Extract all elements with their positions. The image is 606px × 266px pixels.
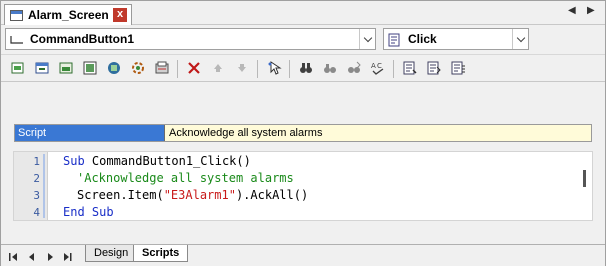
line-number: 4 (33, 206, 40, 219)
object-selector[interactable]: CommandButton1 (5, 28, 376, 50)
pick-icon[interactable] (266, 60, 282, 76)
code-line: 'Acknowledge all system alarms (77, 170, 294, 187)
event-selector[interactable]: Click (383, 28, 529, 50)
tab-scripts[interactable]: Scripts (133, 245, 189, 262)
selector-row: CommandButton1 Click (1, 26, 605, 52)
toolbar-separator (257, 60, 258, 78)
insert-data-icon[interactable] (130, 60, 146, 76)
gutter-marker-bar (43, 154, 45, 218)
code-line: Sub CommandButton1_Click() (63, 153, 251, 170)
toolbar-separator (177, 60, 178, 78)
insert-object-icon[interactable] (10, 60, 26, 76)
script-label[interactable]: Script (15, 125, 165, 141)
command-button-icon (10, 33, 24, 45)
line-number: 2 (33, 172, 40, 185)
move-up-icon[interactable] (210, 60, 226, 76)
script-description[interactable]: Acknowledge all system alarms (165, 125, 322, 141)
line-number-gutter: 1 2 3 4 (14, 152, 48, 220)
tab-title: Alarm_Screen (28, 8, 109, 22)
previous-sheet-icon[interactable] (27, 251, 37, 261)
vertical-scrollbar-thumb[interactable] (583, 170, 586, 187)
close-icon[interactable]: x (113, 8, 127, 22)
find-next-icon[interactable] (346, 60, 362, 76)
object-selector-value: CommandButton1 (30, 32, 134, 46)
replace-icon[interactable] (322, 60, 338, 76)
spell-check-icon[interactable]: AC (370, 60, 386, 76)
code-line: Screen.Item("E3Alarm1").AckAll() (77, 187, 308, 204)
last-sheet-icon[interactable] (62, 251, 72, 261)
outdent-icon[interactable] (426, 60, 442, 76)
script-toolbar: AC (1, 54, 605, 82)
script-editor-window: Alarm_Screen x ◀ ▶ CommandButton1 Click (0, 0, 606, 266)
insert-screen-icon[interactable] (34, 60, 50, 76)
code-text: Screen.Item( (77, 188, 164, 202)
comment-text: 'Acknowledge all system alarms (77, 171, 294, 185)
keyword: End (63, 205, 85, 219)
insert-picture-icon[interactable] (58, 60, 74, 76)
keyword: Sub (63, 154, 85, 168)
string-literal: "E3Alarm1" (163, 188, 236, 202)
script-description-row: Script Acknowledge all system alarms (14, 124, 592, 142)
scroll-left-icon[interactable]: ◀ (568, 5, 576, 16)
chevron-down-icon[interactable] (359, 29, 375, 49)
chevron-down-icon[interactable] (512, 29, 528, 49)
keyword: Sub (91, 205, 114, 219)
event-icon (388, 33, 402, 47)
svg-text:C: C (377, 62, 382, 70)
document-tab-strip: Alarm_Screen x ◀ ▶ (1, 1, 605, 25)
event-selector-value: Click (408, 32, 437, 46)
screen-icon (10, 9, 23, 21)
insert-frame-icon[interactable] (82, 60, 98, 76)
comment-icon[interactable] (450, 60, 466, 76)
line-number: 1 (33, 155, 40, 168)
insert-app-icon[interactable] (106, 60, 122, 76)
tab-alarm-screen[interactable]: Alarm_Screen x (4, 4, 132, 25)
line-number: 3 (33, 189, 40, 202)
sheet-tab-bar: Design Scripts (1, 244, 605, 266)
insert-server-icon[interactable] (154, 60, 170, 76)
toolbar-separator (393, 60, 394, 78)
code-text: CommandButton1_Click() (84, 154, 251, 168)
code-editor[interactable]: 1 2 3 4 Sub CommandButton1_Click() 'Ackn… (13, 151, 593, 221)
first-sheet-icon[interactable] (9, 251, 19, 261)
delete-icon[interactable] (186, 60, 202, 76)
svg-text:A: A (371, 62, 376, 70)
indent-icon[interactable] (402, 60, 418, 76)
toolbar-separator (289, 60, 290, 78)
tab-design[interactable]: Design (85, 245, 138, 262)
code-text: ).AckAll() (235, 188, 309, 202)
find-icon[interactable] (298, 60, 314, 76)
move-down-icon[interactable] (234, 60, 250, 76)
scroll-right-icon[interactable]: ▶ (587, 5, 595, 16)
next-sheet-icon[interactable] (45, 251, 55, 261)
code-line: End Sub (63, 204, 114, 221)
